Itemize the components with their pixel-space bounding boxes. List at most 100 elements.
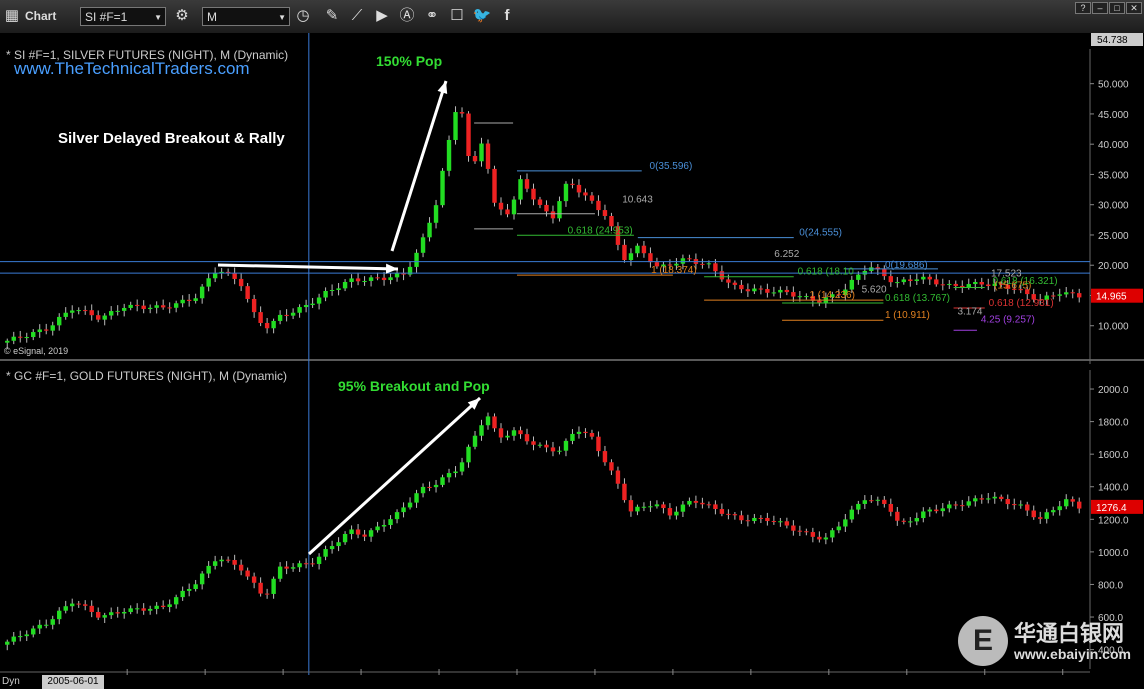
y-tick-label: 2000.0 [1098,385,1129,396]
candle-body [108,311,114,316]
candle-body [193,584,198,590]
candle-body [258,582,263,594]
candle-body [368,277,374,281]
candle-body [492,168,497,203]
twitter-icon[interactable]: 🐦 [472,6,492,26]
fib-annotation: 5.620 [862,284,887,295]
candle-body [362,534,367,537]
candle-body [934,279,939,285]
candle-body [1077,501,1082,509]
candle-body [810,532,816,537]
candle-body [479,425,484,436]
interval-input[interactable]: M ▼ [202,7,290,26]
candle-body [199,573,205,585]
candle-body [687,500,692,505]
watermark-url-text: www.ebaiyin.com [1014,646,1131,662]
candle-body [316,556,322,564]
candle-body [882,499,887,504]
candle-body [778,289,783,293]
candle-body [921,276,926,280]
y-tick-label: 1000.0 [1098,548,1129,559]
facebook-icon[interactable]: f [497,6,517,26]
chart-area[interactable]: 10.00015.00020.00025.00030.00035.00040.0… [0,33,1144,675]
candle-body [303,305,309,308]
candle-body [160,605,166,607]
candle-body [498,428,504,438]
play-icon[interactable]: ▶ [372,6,392,26]
trend-line-icon[interactable]: ⟋ [347,6,367,26]
candle-body [654,504,660,507]
minimize-button[interactable]: – [1092,2,1108,14]
candle-body [349,529,354,534]
candle-body [849,279,855,290]
close-button[interactable]: ✕ [1126,2,1142,14]
gear-icon[interactable]: ⚙ [172,6,192,26]
candle-body [160,305,166,308]
candle-body [1057,294,1062,296]
candle-body [238,564,244,571]
candle-body [550,211,556,219]
candle-body [459,462,465,472]
candle-body [680,258,686,264]
candle-body [394,512,400,520]
candle-body [264,322,270,329]
candle-body [771,521,777,523]
candle-body [102,315,107,320]
candle-body [83,310,88,312]
candle-body [290,312,296,316]
chevron-down-icon[interactable]: ▼ [278,8,286,27]
candle-body [687,258,692,260]
fib-annotation: 0.618 (24.953) [568,225,633,236]
candle-body [44,329,49,331]
dyn-label[interactable]: Dyn [2,675,20,689]
candle-body [368,530,374,537]
candle-body [57,610,62,620]
candle-body [680,504,686,512]
fib-annotation: 10.643 [622,195,653,206]
candle-body [986,284,991,287]
candle-body [713,263,718,272]
candle-body [596,200,601,211]
maximize-button[interactable]: □ [1109,2,1125,14]
comment-icon[interactable]: ☐ [447,6,467,26]
candle-body [641,506,647,508]
candle-body [505,435,510,438]
candle-body [264,593,270,595]
candle-body [732,282,738,285]
candle-body [459,112,465,114]
candle-body [830,530,835,538]
chevron-down-icon[interactable]: ▼ [154,8,162,27]
candle-body [869,500,874,502]
candle-body [531,441,536,445]
alert-icon[interactable]: Ⓐ [397,6,417,26]
candle-body [271,320,276,329]
help-button[interactable]: ? [1075,2,1091,14]
candle-body [245,286,250,299]
pencil-icon[interactable]: ✎ [322,6,342,26]
candle-body [927,509,932,512]
y-tick-label: 45.000 [1098,110,1129,121]
candle-body [362,280,367,282]
candle-body [901,520,907,522]
candle-body [992,496,997,499]
candle-body [108,612,114,616]
candle-body [752,517,757,522]
candle-body [583,192,588,196]
candle-body [921,511,926,519]
candle-body [817,536,822,540]
candle-body [154,305,159,308]
candle-body [180,299,185,304]
fib-annotation: 1 (10.911) [885,310,930,321]
symbol-input[interactable]: SI #F=1 ▼ [80,7,166,26]
chart-icon[interactable]: ▦ [2,6,22,26]
candle-body [349,278,354,282]
link-icon[interactable]: ⚭ [422,6,442,26]
candle-body [1064,499,1069,507]
candle-body [973,498,978,502]
clock-icon[interactable]: ◷ [293,6,313,26]
candle-body [700,263,705,265]
candle-body [570,183,575,185]
candle-body [563,183,569,202]
candle-body [1064,292,1069,295]
start-date-box[interactable]: 2005-06-01 [42,675,104,689]
